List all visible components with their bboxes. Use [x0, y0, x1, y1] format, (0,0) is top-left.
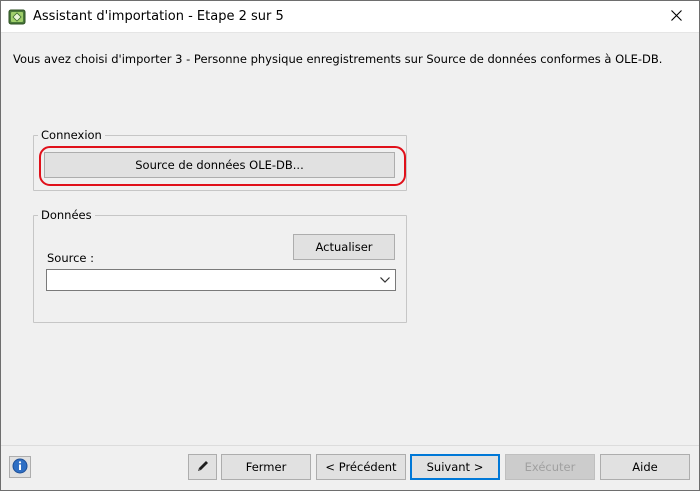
edit-button[interactable]: [188, 454, 217, 480]
info-icon: [12, 458, 28, 477]
source-dropdown[interactable]: [46, 269, 396, 291]
pen-icon: [195, 458, 211, 477]
close-wizard-button[interactable]: Fermer: [221, 454, 311, 480]
import-summary-text: Vous avez choisi d'importer 3 - Personne…: [13, 52, 663, 66]
window-title: Assistant d'importation - Etape 2 sur 5: [33, 9, 284, 24]
footer-separator: [1, 445, 699, 446]
connexion-legend: Connexion: [41, 128, 102, 142]
ole-db-source-button[interactable]: Source de données OLE-DB...: [44, 152, 395, 178]
refresh-button[interactable]: Actualiser: [293, 234, 395, 260]
import-wizard-icon: [8, 8, 26, 26]
title-bar: Assistant d'importation - Etape 2 sur 5: [1, 1, 699, 33]
execute-button: Exécuter: [505, 454, 595, 480]
chevron-down-icon: [378, 273, 392, 287]
next-button[interactable]: Suivant >: [410, 454, 500, 480]
close-icon: [670, 9, 682, 24]
info-button[interactable]: [9, 456, 31, 478]
donnees-legend: Données: [41, 208, 92, 222]
close-button[interactable]: [653, 1, 699, 32]
import-wizard-window: Assistant d'importation - Etape 2 sur 5 …: [0, 0, 700, 491]
help-button[interactable]: Aide: [600, 454, 690, 480]
source-label: Source :: [47, 251, 95, 265]
previous-button[interactable]: < Précédent: [316, 454, 406, 480]
donnees-group: Données: [33, 209, 407, 323]
